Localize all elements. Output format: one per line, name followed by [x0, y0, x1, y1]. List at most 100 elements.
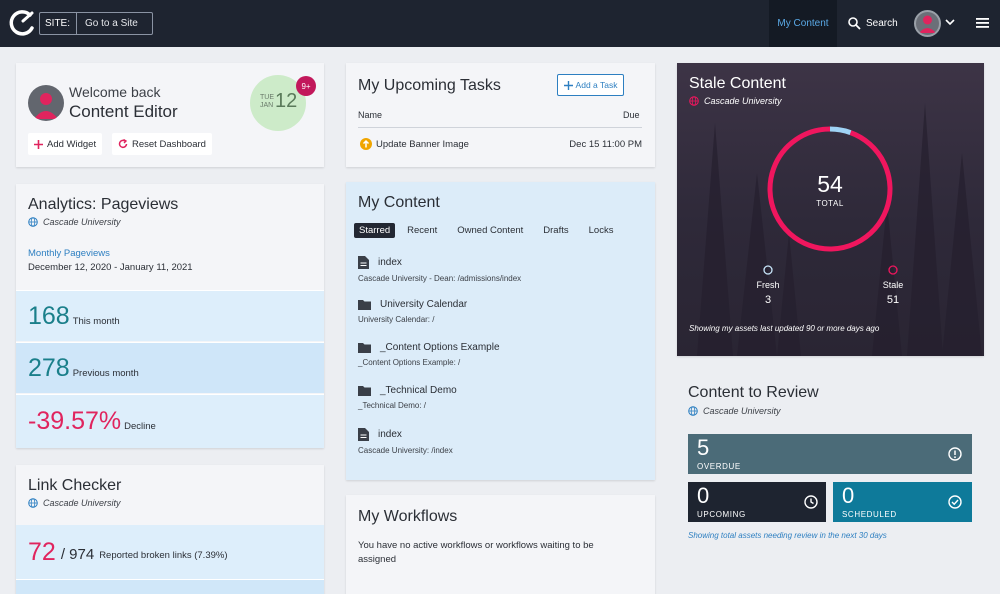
tab-drafts[interactable]: Drafts: [535, 223, 576, 238]
table-divider: [358, 127, 642, 128]
item-name: index: [378, 257, 402, 268]
clock-icon: [804, 495, 818, 509]
column-header-due: Due: [623, 110, 640, 120]
workflows-title: My Workflows: [358, 508, 458, 525]
scheduled-tile[interactable]: 0 SCHEDULED: [833, 482, 972, 522]
date-month: JAN: [260, 102, 274, 109]
globe-icon: [689, 96, 699, 106]
link-checker-title: Link Checker: [28, 477, 122, 494]
cascade-logo-icon[interactable]: [8, 9, 36, 37]
add-task-label: Add a Task: [575, 80, 618, 90]
upcoming-count: 0: [697, 483, 710, 508]
folder-icon: [358, 343, 371, 353]
nav-search[interactable]: Search: [848, 0, 898, 47]
fresh-legend: Fresh 3: [748, 265, 788, 306]
reset-dashboard-label: Reset Dashboard: [132, 138, 206, 150]
stale-footnote: Showing my assets last updated 90 or mor…: [689, 324, 880, 333]
nav-my-content[interactable]: My Content: [769, 0, 837, 47]
date-number: 12: [275, 90, 298, 112]
nav-search-label: Search: [866, 18, 898, 29]
stat-value: 168: [28, 301, 70, 330]
analytics-title: Analytics: Pageviews: [28, 196, 179, 213]
analytics-site: Cascade University: [28, 217, 121, 227]
tab-owned-content[interactable]: Owned Content: [449, 223, 531, 238]
overdue-tile[interactable]: 5 OVERDUE: [688, 434, 972, 474]
item-path: University Calendar: /: [358, 315, 435, 324]
chevron-down-icon[interactable]: [945, 17, 955, 27]
list-item[interactable]: index Cascade University: /index: [358, 428, 648, 455]
broken-links-count: 72: [28, 537, 56, 566]
add-task-button[interactable]: Add a Task: [557, 74, 624, 96]
item-name: _Technical Demo: [380, 385, 457, 396]
tab-locks[interactable]: Locks: [581, 223, 622, 238]
my-content-card: My Content Starred Recent Owned Content …: [346, 182, 655, 480]
welcome-greeting: Welcome back: [69, 84, 161, 100]
folder-icon: [358, 386, 371, 396]
user-avatar[interactable]: [914, 10, 941, 37]
my-content-title: My Content: [358, 194, 440, 211]
upcoming-tile[interactable]: 0 UPCOMING: [688, 482, 826, 522]
welcome-card: Welcome back Content Editor TUE JAN 12 9+…: [16, 63, 324, 167]
add-widget-label: Add Widget: [47, 138, 97, 150]
stale-content-card: Stale Content Cascade University 54 TOTA…: [677, 63, 984, 356]
content-review-site-name: Cascade University: [703, 406, 781, 416]
item-name: index: [378, 429, 402, 440]
file-icon: [358, 428, 369, 441]
table-row[interactable]: Update Banner Image Dec 15 11:00 PM: [358, 137, 642, 153]
list-item[interactable]: University Calendar University Calendar:…: [358, 299, 648, 324]
stale-count: 51: [886, 294, 900, 306]
list-item[interactable]: index Cascade University - Dean: /admiss…: [358, 256, 648, 283]
stat-previous-month: 278 Previous month: [16, 342, 324, 393]
tab-starred[interactable]: Starred: [354, 223, 396, 238]
stat-label: Previous month: [72, 367, 139, 379]
task-name: Update Banner Image: [376, 139, 469, 150]
review-footnote: Showing total assets needing review in t…: [688, 531, 887, 540]
stat-value: 278: [28, 353, 70, 382]
analytics-site-name: Cascade University: [43, 217, 121, 227]
tab-recent[interactable]: Recent: [399, 223, 445, 238]
search-icon: [848, 17, 861, 30]
stale-legend: Stale 51: [873, 265, 913, 306]
broken-links-label: Reported broken links (7.39%): [99, 549, 228, 561]
workflows-empty-message: You have no active workflows or workflow…: [358, 540, 594, 565]
upcoming-tasks-card: My Upcoming Tasks Add a Task Name Due Up…: [346, 63, 655, 167]
reset-dashboard-button[interactable]: Reset Dashboard: [112, 133, 212, 155]
overdue-label: OVERDUE: [697, 462, 741, 471]
stat-this-month: 168 This month: [16, 290, 324, 341]
item-name: University Calendar: [380, 299, 468, 310]
check-circle-icon: [948, 495, 962, 509]
content-review-title: Content to Review: [688, 384, 819, 401]
folder-icon: [358, 300, 371, 310]
plus-icon: [563, 80, 573, 90]
stat-value: -39.57%: [28, 407, 122, 435]
stale-content-site: Cascade University: [689, 96, 782, 106]
stat-label: This month: [72, 315, 120, 327]
broken-links-stat[interactable]: 72 / 974 Reported broken links (7.39%): [16, 525, 324, 579]
list-item[interactable]: _Content Options Example _Content Option…: [358, 342, 648, 367]
user-icon: [919, 15, 936, 33]
task-due: Dec 15 11:00 PM: [569, 139, 642, 150]
notification-badge[interactable]: 9+: [296, 76, 316, 96]
hamburger-menu-icon[interactable]: [976, 17, 989, 29]
refresh-icon: [118, 139, 128, 149]
stale-circle-icon: [888, 265, 898, 275]
analytics-card: Analytics: Pageviews Cascade University …: [16, 184, 324, 448]
item-path: Cascade University: /index: [358, 446, 453, 455]
date-day: TUE: [260, 94, 274, 101]
link-checker-card: Link Checker Cascade University 72 / 974…: [16, 465, 324, 594]
stale-content-title: Stale Content: [689, 75, 786, 92]
item-path: Cascade University - Dean: /admissions/i…: [358, 274, 522, 283]
fresh-count: 3: [764, 294, 772, 306]
monthly-pageviews-link[interactable]: Monthly Pageviews: [28, 248, 110, 259]
fresh-circle-icon: [763, 265, 773, 275]
plus-icon: [34, 139, 43, 149]
site-selector[interactable]: SITE: Go to a Site: [39, 12, 153, 35]
list-item[interactable]: _Technical Demo _Technical Demo: /: [358, 385, 648, 410]
column-header-name: Name: [358, 110, 383, 120]
user-icon: [34, 93, 58, 119]
add-widget-button[interactable]: Add Widget: [28, 133, 103, 155]
site-label: SITE:: [40, 13, 78, 34]
globe-icon: [28, 498, 38, 508]
top-navigation-bar: SITE: Go to a Site My Content Search: [0, 0, 1000, 47]
stale-label: Stale: [882, 280, 904, 290]
